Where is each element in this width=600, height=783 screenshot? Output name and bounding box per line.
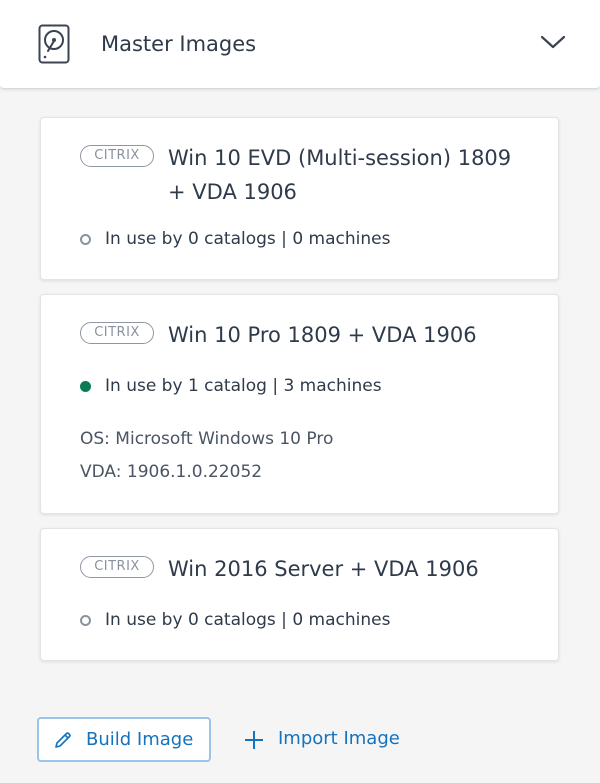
status-idle-icon: [80, 615, 91, 626]
build-image-label: Build Image: [86, 729, 194, 750]
image-card-3[interactable]: CITRIX Win 2016 Server + VDA 1906 In use…: [40, 528, 559, 661]
vendor-badge: CITRIX: [80, 322, 154, 344]
usage-status: In use by 0 catalogs | 0 machines: [80, 608, 390, 632]
vda-detail: VDA: 1906.1.0.22052: [80, 462, 263, 482]
panel-title: Master Images: [101, 32, 257, 56]
usage-status: In use by 1 catalog | 3 machines: [80, 374, 382, 398]
master-images-header[interactable]: Master Images: [0, 0, 600, 89]
vendor-badge: CITRIX: [80, 145, 154, 167]
build-image-button[interactable]: Build Image: [37, 717, 211, 762]
os-detail: OS: Microsoft Windows 10 Pro: [80, 429, 334, 449]
image-title: Win 10 EVD (Multi-session) 1809: [168, 146, 512, 170]
plus-icon: [245, 731, 263, 749]
pencil-icon: [55, 732, 71, 748]
status-idle-icon: [80, 234, 91, 245]
chevron-down-icon[interactable]: [538, 31, 568, 53]
image-card-2[interactable]: CITRIX Win 10 Pro 1809 + VDA 1906 In use…: [40, 294, 559, 514]
usage-status-text: In use by 0 catalogs | 0 machines: [105, 610, 391, 630]
usage-status-text: In use by 0 catalogs | 0 machines: [105, 229, 391, 249]
image-title: Win 2016 Server + VDA 1906: [168, 557, 479, 581]
hard-disk-icon: [38, 24, 70, 64]
status-active-icon: [80, 381, 91, 392]
image-card-1[interactable]: CITRIX Win 10 EVD (Multi-session) 1809 +…: [40, 117, 559, 280]
usage-status: In use by 0 catalogs | 0 machines: [80, 227, 390, 251]
vendor-badge: CITRIX: [80, 556, 154, 578]
usage-status-text: In use by 1 catalog | 3 machines: [105, 376, 382, 396]
image-title-continued: + VDA 1906: [168, 180, 297, 204]
import-image-label: Import Image: [278, 728, 400, 749]
image-title: Win 10 Pro 1809 + VDA 1906: [168, 323, 477, 347]
